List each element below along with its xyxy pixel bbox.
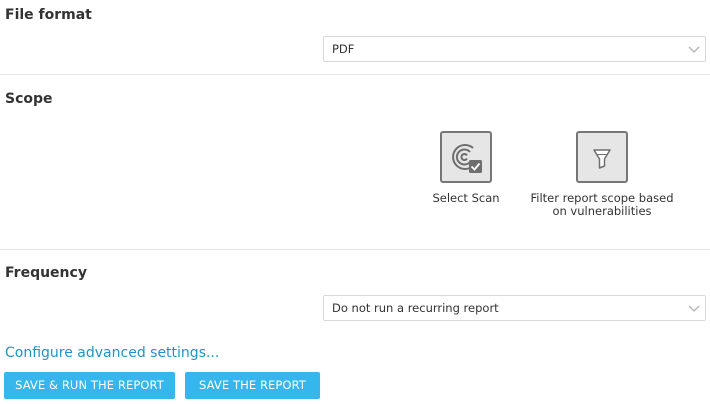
filter-vulnerabilities-label: Filter report scope based on vulnerabili… xyxy=(527,192,677,218)
filter-vulnerabilities-option[interactable]: Filter report scope based on vulnerabili… xyxy=(527,131,677,218)
file-format-heading: File format xyxy=(5,7,92,23)
save-report-button[interactable]: SAVE THE REPORT xyxy=(185,372,320,399)
configure-advanced-settings-link[interactable]: Configure advanced settings... xyxy=(5,344,219,362)
file-format-selected-value: PDF xyxy=(332,42,355,56)
section-divider xyxy=(0,74,710,75)
chevron-down-icon xyxy=(688,305,700,312)
file-format-select[interactable]: PDF xyxy=(323,36,706,62)
filter-vulnerabilities-tile[interactable] xyxy=(576,131,628,183)
scope-heading: Scope xyxy=(5,91,53,107)
frequency-select[interactable]: Do not run a recurring report xyxy=(323,295,706,321)
filter-label-line-2: on vulnerabilities xyxy=(552,204,652,218)
section-divider xyxy=(0,249,710,250)
chevron-down-icon xyxy=(688,46,700,53)
frequency-heading: Frequency xyxy=(5,265,87,281)
save-and-run-report-button[interactable]: SAVE & RUN THE REPORT xyxy=(4,372,175,399)
select-scan-tile[interactable] xyxy=(440,131,492,183)
select-scan-option[interactable]: Select Scan xyxy=(415,131,517,205)
select-scan-label: Select Scan xyxy=(432,191,500,205)
frequency-selected-value: Do not run a recurring report xyxy=(332,301,499,315)
funnel-icon xyxy=(593,149,611,169)
scan-target-icon xyxy=(452,144,482,173)
